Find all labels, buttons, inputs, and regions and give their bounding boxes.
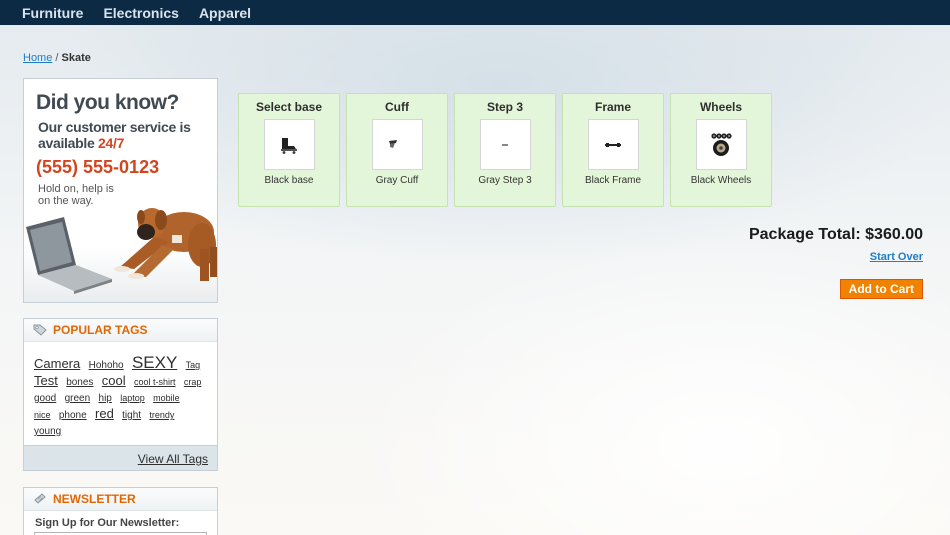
tag-link[interactable]: Tag — [186, 358, 201, 373]
tag-link[interactable]: phone — [59, 408, 87, 423]
cuff-icon — [389, 139, 397, 148]
bundle-steps: Select base Black base Cuff Gray Cuff St… — [238, 93, 778, 207]
tag-link[interactable]: Test — [34, 373, 58, 388]
tag-link[interactable]: cool — [102, 373, 126, 388]
bundle-step-wheels[interactable]: Wheels Black Wheels — [670, 93, 772, 207]
popular-tags-title: POPULAR TAGS — [53, 323, 148, 337]
newsletter-label: Sign Up for Our Newsletter: — [35, 517, 180, 529]
step-title: Select base — [255, 100, 323, 114]
view-all-tags-link[interactable]: View All Tags — [138, 452, 208, 466]
tag-link[interactable]: tight — [122, 408, 141, 423]
breadcrumb-separator: / — [52, 52, 62, 64]
tag-link[interactable]: crap — [184, 375, 202, 390]
bundle-step-select-base[interactable]: Select base Black base — [238, 93, 340, 207]
frame-icon — [605, 142, 621, 147]
callout-highlight: 24/7 — [98, 135, 125, 151]
step-thumbnail — [263, 119, 315, 170]
tag-link[interactable]: hip — [99, 391, 112, 406]
tag-link[interactable]: green — [65, 391, 91, 406]
add-to-cart-button[interactable]: Add to Cart — [839, 279, 923, 299]
tag-link[interactable]: red — [95, 406, 114, 421]
bundle-step-cuff[interactable]: Cuff Gray Cuff — [346, 93, 448, 207]
step-selection: Gray Cuff — [375, 175, 419, 186]
step-thumbnail — [695, 119, 747, 170]
tag-link[interactable]: mobile — [153, 391, 180, 406]
tag-link[interactable]: Camera — [34, 356, 80, 371]
step-title: Frame — [594, 100, 632, 114]
tag-link[interactable]: cool t-shirt — [134, 375, 176, 390]
top-navigation: Furniture Electronics Apparel — [0, 0, 950, 25]
tag-link[interactable]: Hohoho — [89, 358, 124, 373]
newsletter-block: NEWSLETTER Sign Up for Our Newsletter: — [23, 487, 218, 535]
page-content: Home / Skate Did you know? Our customer … — [0, 25, 950, 535]
tag-link[interactable]: bones — [66, 375, 93, 390]
popular-tags-block: POPULAR TAGS Camera Hohoho SEXY Tag Test… — [23, 318, 218, 471]
bundle-step-frame[interactable]: Frame Black Frame — [562, 93, 664, 207]
tag-link[interactable]: laptop — [120, 391, 145, 406]
nav-item-furniture[interactable]: Furniture — [22, 5, 83, 21]
step3-icon — [502, 143, 508, 146]
callout-title: Did you know? — [36, 91, 179, 114]
tag-link[interactable]: nice — [34, 408, 51, 423]
start-over-link[interactable]: Start Over — [870, 251, 923, 263]
step-thumbnail — [479, 119, 531, 170]
tag-link[interactable]: good — [34, 391, 56, 406]
bundle-step-3[interactable]: Step 3 Gray Step 3 — [454, 93, 556, 207]
step-title: Wheels — [699, 100, 742, 114]
breadcrumb-home-link[interactable]: Home — [23, 52, 52, 64]
tag-link[interactable]: trendy — [149, 408, 174, 423]
popular-tags-footer: View All Tags — [24, 445, 217, 470]
step-thumbnail — [371, 119, 423, 170]
step-title: Step 3 — [486, 100, 523, 114]
tag-link[interactable]: young — [34, 424, 61, 439]
callout-subtitle: Our customer service is available 24/7 — [38, 119, 208, 151]
step-selection: Black Frame — [584, 175, 642, 186]
callout-phone: (555) 555-0123 — [36, 157, 160, 177]
skate-base-icon — [281, 137, 297, 154]
step-title: Cuff — [385, 100, 409, 114]
popular-tags-header: POPULAR TAGS — [24, 319, 217, 342]
dog-laptop-image — [24, 208, 217, 302]
nav-item-apparel[interactable]: Apparel — [199, 5, 251, 21]
newsletter-icon — [34, 493, 46, 504]
customer-service-callout[interactable]: Did you know? Our customer service is av… — [23, 78, 218, 303]
step-thumbnail — [587, 119, 639, 170]
nav-item-electronics[interactable]: Electronics — [103, 5, 178, 21]
callout-line2: available — [38, 135, 99, 151]
package-total: Package Total: $360.00 — [748, 226, 923, 243]
wheels-icon — [711, 132, 732, 156]
newsletter-title: NEWSLETTER — [53, 492, 136, 506]
step-selection: Gray Step 3 — [478, 175, 532, 186]
tag-link[interactable]: SEXY — [132, 354, 177, 371]
tag-icon — [33, 324, 47, 336]
newsletter-header: NEWSLETTER — [24, 488, 217, 511]
tag-cloud: Camera Hohoho SEXY Tag Test bones cool c… — [24, 342, 217, 447]
breadcrumb-current: Skate — [61, 52, 91, 64]
step-selection: Black Wheels — [690, 175, 752, 186]
callout-line1: Our customer service is — [38, 119, 191, 135]
step-selection: Black base — [264, 175, 314, 186]
breadcrumb: Home / Skate — [23, 52, 91, 64]
